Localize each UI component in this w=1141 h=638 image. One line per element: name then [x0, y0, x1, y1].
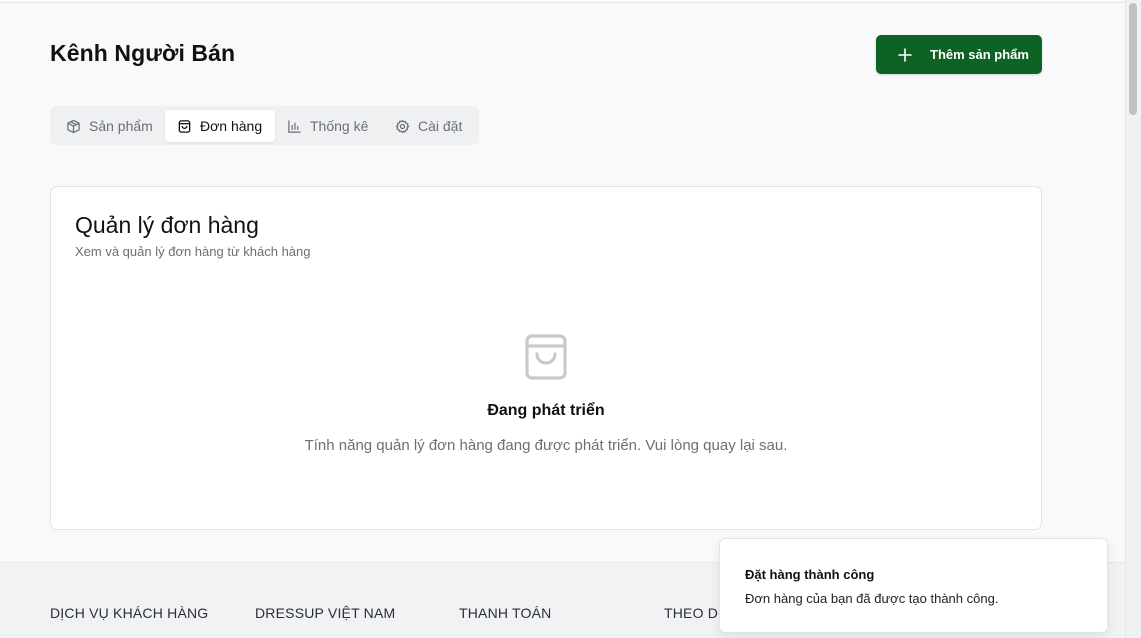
- tab-statistics-label: Thống kê: [310, 118, 369, 134]
- footer-heading-dressup: DRESSUP VIỆT NAM: [255, 605, 396, 621]
- toast-notification[interactable]: Đặt hàng thành công Đơn hàng của bạn đã …: [719, 538, 1108, 633]
- empty-state-title: Đang phát triển: [487, 402, 605, 419]
- toast-title: Đặt hàng thành công: [745, 567, 875, 582]
- scrollbar[interactable]: [1125, 0, 1141, 638]
- tab-settings[interactable]: Cài đặt: [383, 110, 475, 142]
- card-subtitle: Xem và quản lý đơn hàng từ khách hàng: [75, 244, 311, 259]
- card-title: Quản lý đơn hàng: [75, 212, 259, 238]
- shopping-bag-icon: [178, 119, 191, 133]
- toast-description: Đơn hàng của bạn đã được tạo thành công.: [745, 591, 999, 606]
- seller-page: Kênh Người Bán Thêm sản phẩm Sản phẩm Đơ…: [0, 0, 1141, 638]
- footer-heading-payment: THANH TOÁN: [459, 605, 552, 621]
- bar-chart-icon: [288, 119, 301, 133]
- plus-icon: [898, 47, 912, 62]
- empty-state-description: Tính năng quản lý đơn hàng đang được phá…: [304, 437, 788, 454]
- tab-orders[interactable]: Đơn hàng: [165, 110, 275, 142]
- package-icon: [67, 119, 80, 133]
- tab-statistics[interactable]: Thống kê: [275, 110, 379, 142]
- tab-settings-label: Cài đặt: [418, 118, 463, 134]
- tab-products-label: Sản phẩm: [89, 118, 153, 134]
- page-title: Kênh Người Bán: [50, 40, 236, 66]
- scrollbar-thumb[interactable]: [1129, 3, 1137, 115]
- tab-products[interactable]: Sản phẩm: [54, 110, 165, 142]
- top-border: [0, 2, 1126, 3]
- tab-orders-label: Đơn hàng: [200, 118, 263, 134]
- footer-heading-customer-service: DỊCH VỤ KHÁCH HÀNG: [50, 605, 209, 621]
- orders-card: Quản lý đơn hàng Xem và quản lý đơn hàng…: [50, 186, 1042, 530]
- gear-icon: [395, 119, 410, 133]
- shopping-bag-icon: [525, 334, 567, 380]
- add-product-button[interactable]: Thêm sản phẩm: [876, 35, 1042, 74]
- tab-bar: Sản phẩm Đơn hàng Thống kê Cài đặt: [50, 106, 479, 145]
- add-product-label: Thêm sản phẩm: [930, 47, 1029, 62]
